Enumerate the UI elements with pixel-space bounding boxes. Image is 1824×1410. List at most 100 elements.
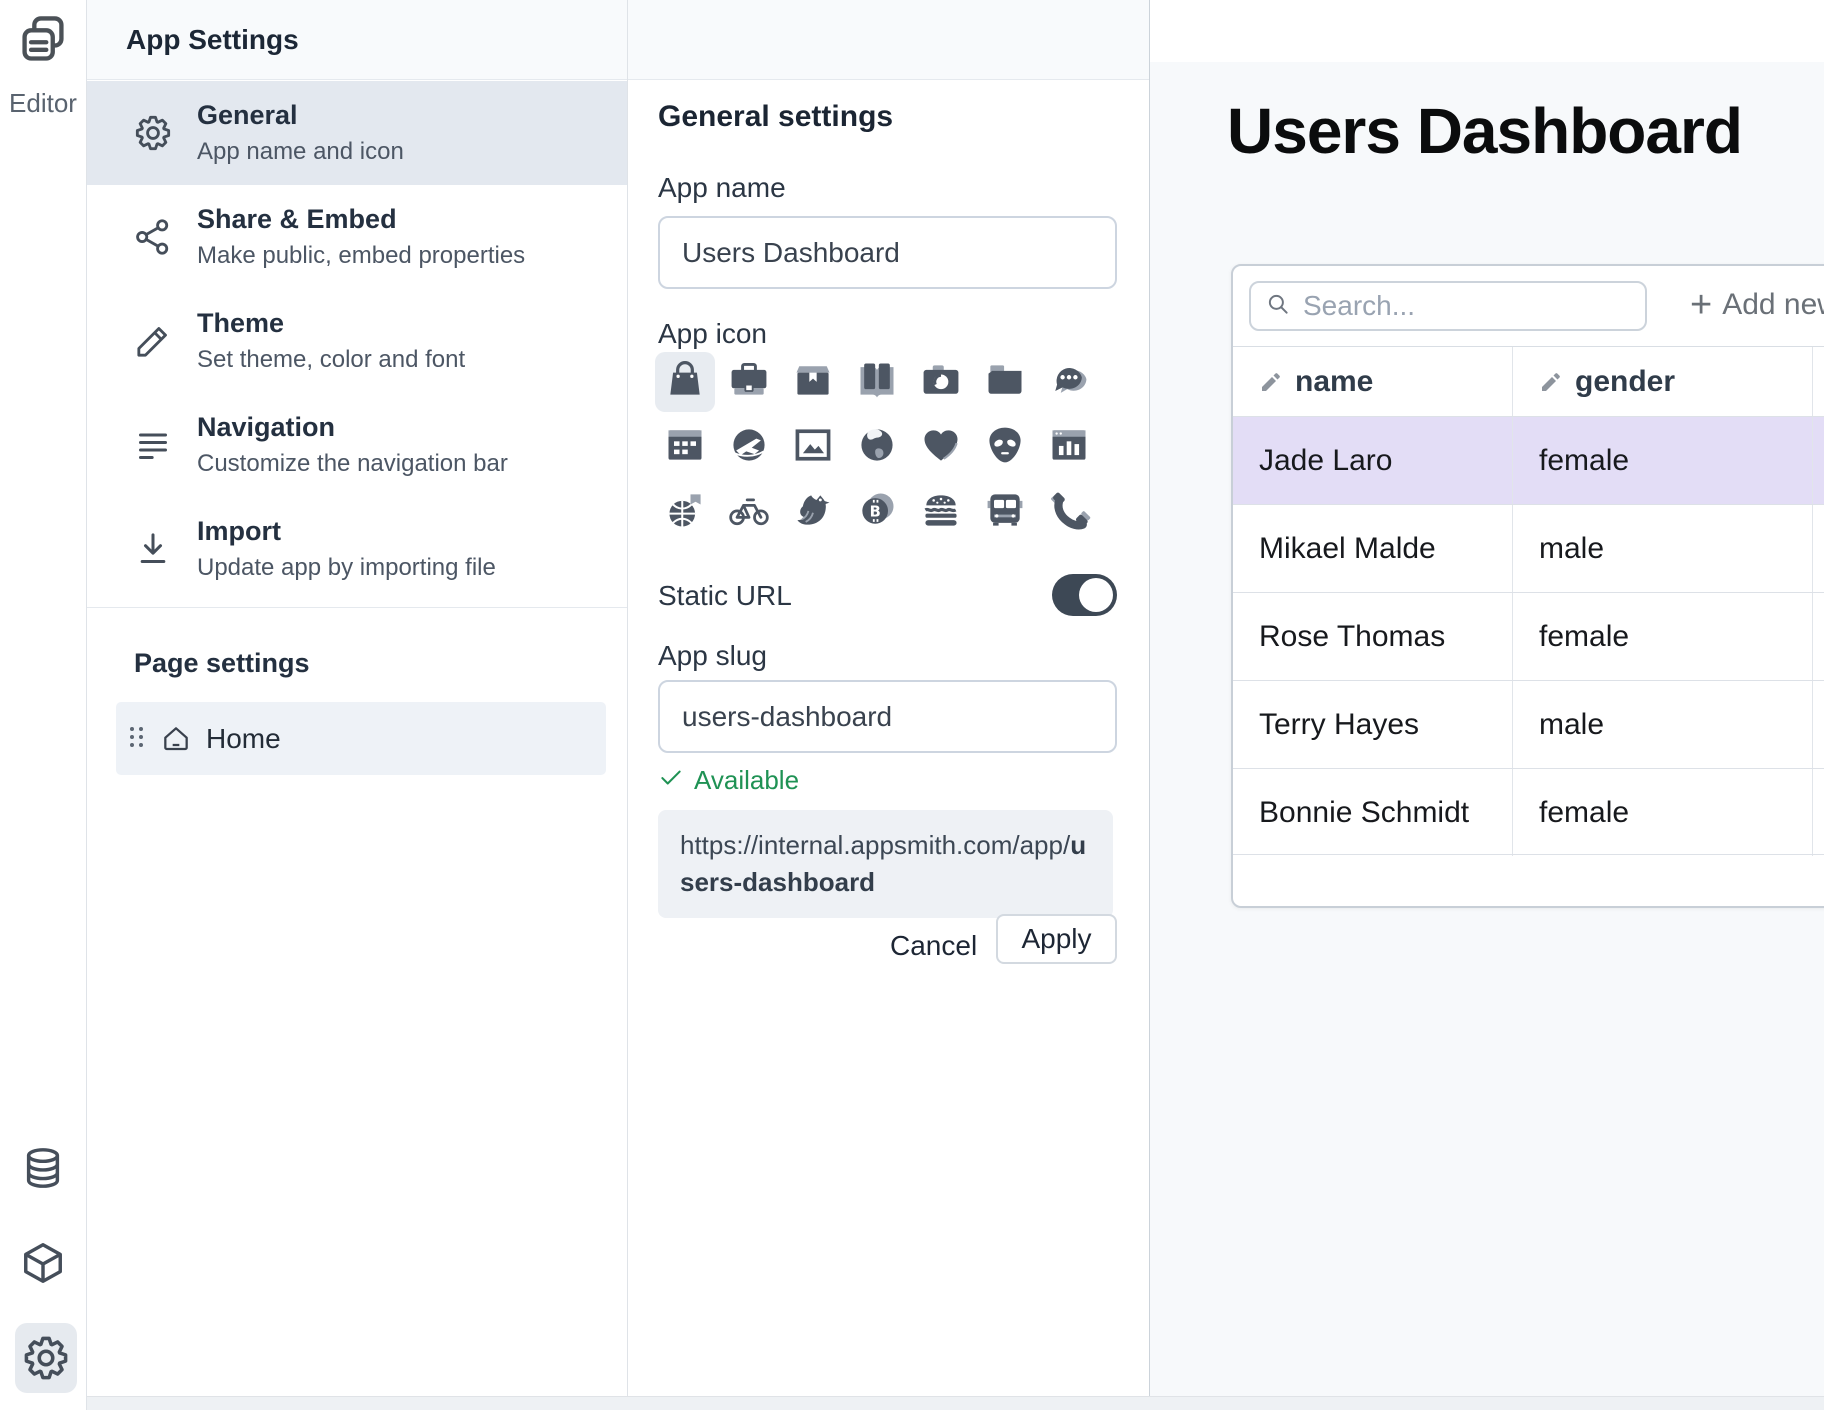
app-settings-title: App Settings xyxy=(126,0,299,80)
cell-name[interactable]: Jade Laro xyxy=(1233,417,1513,504)
app-icon-option-bike[interactable] xyxy=(719,482,779,542)
download-icon xyxy=(133,529,173,569)
alien-icon xyxy=(983,423,1027,472)
bag-icon xyxy=(663,358,707,407)
table-row[interactable]: Rose Thomas female xyxy=(1233,592,1824,680)
app-icon-option-basketball[interactable] xyxy=(655,482,715,542)
settings-menu-item-import[interactable]: Import Update app by importing file xyxy=(87,497,627,601)
static-url-toggle[interactable] xyxy=(1052,574,1117,616)
share-icon xyxy=(133,217,173,257)
gear-icon xyxy=(133,113,173,153)
settings-menu-item-theme[interactable]: Theme Set theme, color and font xyxy=(87,289,627,393)
table-row[interactable]: Mikael Malde male xyxy=(1233,504,1824,592)
table-toolbar: + Add new xyxy=(1233,266,1824,346)
sidebar-item-page-home[interactable]: Home xyxy=(116,702,606,775)
search-icon xyxy=(1265,291,1303,322)
globe-icon xyxy=(855,423,899,472)
app-settings-header: App Settings xyxy=(87,0,1149,80)
cell-gender[interactable]: female xyxy=(1513,769,1813,856)
table-search xyxy=(1249,281,1647,331)
app-name-input[interactable] xyxy=(658,216,1117,289)
app-icon-option-bar-graph[interactable] xyxy=(1039,417,1099,477)
menu-item-title: General xyxy=(197,100,404,131)
cancel-button[interactable]: Cancel xyxy=(872,920,995,972)
panel-divider xyxy=(627,0,628,1410)
url-prefix: https://internal.appsmith.com/app/ xyxy=(680,830,1070,860)
cube-icon[interactable] xyxy=(20,1240,66,1286)
app-icon-option-bird[interactable] xyxy=(783,482,843,542)
app-icon-option-briefcase[interactable] xyxy=(719,352,779,412)
search-input[interactable] xyxy=(1303,290,1664,322)
column-header-extra xyxy=(1813,347,1824,416)
menu-icon xyxy=(133,425,173,465)
settings-gear-icon[interactable] xyxy=(15,1323,77,1393)
table-row[interactable]: Jade Laro female xyxy=(1233,416,1824,504)
toggle-knob xyxy=(1079,578,1113,612)
book-icon xyxy=(855,358,899,407)
app-icon-option-alien[interactable] xyxy=(975,417,1035,477)
appsmith-editor-window: Editor App Settings General App name and… xyxy=(0,0,1824,1410)
database-icon[interactable] xyxy=(20,1145,66,1191)
table-row[interactable]: Bonnie Schmidt female xyxy=(1233,768,1824,856)
editor-pages-icon[interactable] xyxy=(17,13,69,65)
app-icon-option-bitcoin[interactable]: B xyxy=(847,482,907,542)
file-manager-icon xyxy=(983,358,1027,407)
menu-item-description: Customize the navigation bar xyxy=(197,450,508,478)
availability-label: Available xyxy=(694,765,799,796)
cell-gender[interactable]: male xyxy=(1513,681,1813,768)
flight-icon xyxy=(727,423,771,472)
cell-extra xyxy=(1813,769,1824,856)
app-icon-option-bus[interactable] xyxy=(975,482,1035,542)
cell-name[interactable]: Terry Hayes xyxy=(1233,681,1513,768)
pencil-icon xyxy=(133,321,173,361)
svg-text:B: B xyxy=(870,503,881,520)
cell-gender[interactable]: female xyxy=(1513,417,1813,504)
column-header-name[interactable]: name xyxy=(1233,347,1513,416)
app-icon-option-file-manager[interactable] xyxy=(975,352,1035,412)
app-icon-option-flight[interactable] xyxy=(719,417,779,477)
app-icon-option-calendar[interactable] xyxy=(655,417,715,477)
app-slug-input[interactable] xyxy=(658,680,1117,753)
canvas-top-strip xyxy=(1150,0,1824,62)
cell-name[interactable]: Mikael Malde xyxy=(1233,505,1513,592)
app-icon-option-globe[interactable] xyxy=(847,417,907,477)
app-icon-label: App icon xyxy=(658,318,767,350)
settings-menu-item-general[interactable]: General App name and icon xyxy=(87,81,627,185)
camera-icon xyxy=(919,358,963,407)
table-footer xyxy=(1233,854,1824,906)
left-rail: Editor xyxy=(0,0,86,1410)
app-icon-option-camera[interactable] xyxy=(911,352,971,412)
settings-menu-item-navigation[interactable]: Navigation Customize the navigation bar xyxy=(87,393,627,497)
settings-menu-item-share-embed[interactable]: Share & Embed Make public, embed propert… xyxy=(87,185,627,289)
app-icon-option-bag[interactable] xyxy=(655,352,715,412)
frame-icon xyxy=(791,423,835,472)
heart-icon xyxy=(919,423,963,472)
page-title: Users Dashboard xyxy=(1227,94,1742,168)
app-icon-option-burger[interactable] xyxy=(911,482,971,542)
bottom-status-strip xyxy=(87,1396,1824,1410)
menu-item-description: Set theme, color and font xyxy=(197,346,465,374)
drag-handle-icon[interactable] xyxy=(130,727,144,751)
add-new-button[interactable]: + Add new xyxy=(1690,286,1824,324)
table-row[interactable]: Terry Hayes male xyxy=(1233,680,1824,768)
app-url-preview: https://internal.appsmith.com/app/users-… xyxy=(658,810,1113,918)
slug-availability: Available xyxy=(658,764,799,797)
menu-item-description: Make public, embed properties xyxy=(197,242,525,270)
menu-item-description: Update app by importing file xyxy=(197,554,496,582)
app-icon-option-box[interactable] xyxy=(783,352,843,412)
app-icon-option-book[interactable] xyxy=(847,352,907,412)
cell-name[interactable]: Rose Thomas xyxy=(1233,593,1513,680)
cell-extra xyxy=(1813,505,1824,592)
cell-gender[interactable]: female xyxy=(1513,593,1813,680)
app-icon-option-chat[interactable] xyxy=(1039,352,1099,412)
cell-gender[interactable]: male xyxy=(1513,505,1813,592)
app-icon-option-call[interactable] xyxy=(1039,482,1099,542)
column-header-gender[interactable]: gender xyxy=(1513,347,1813,416)
bike-icon xyxy=(727,488,771,537)
app-icon-option-heart[interactable] xyxy=(911,417,971,477)
cell-name[interactable]: Bonnie Schmidt xyxy=(1233,769,1513,856)
app-icon-option-frame[interactable] xyxy=(783,417,843,477)
app-icon-grid: B xyxy=(655,352,1099,542)
apply-button[interactable]: Apply xyxy=(996,914,1117,964)
general-settings-title: General settings xyxy=(658,100,893,134)
